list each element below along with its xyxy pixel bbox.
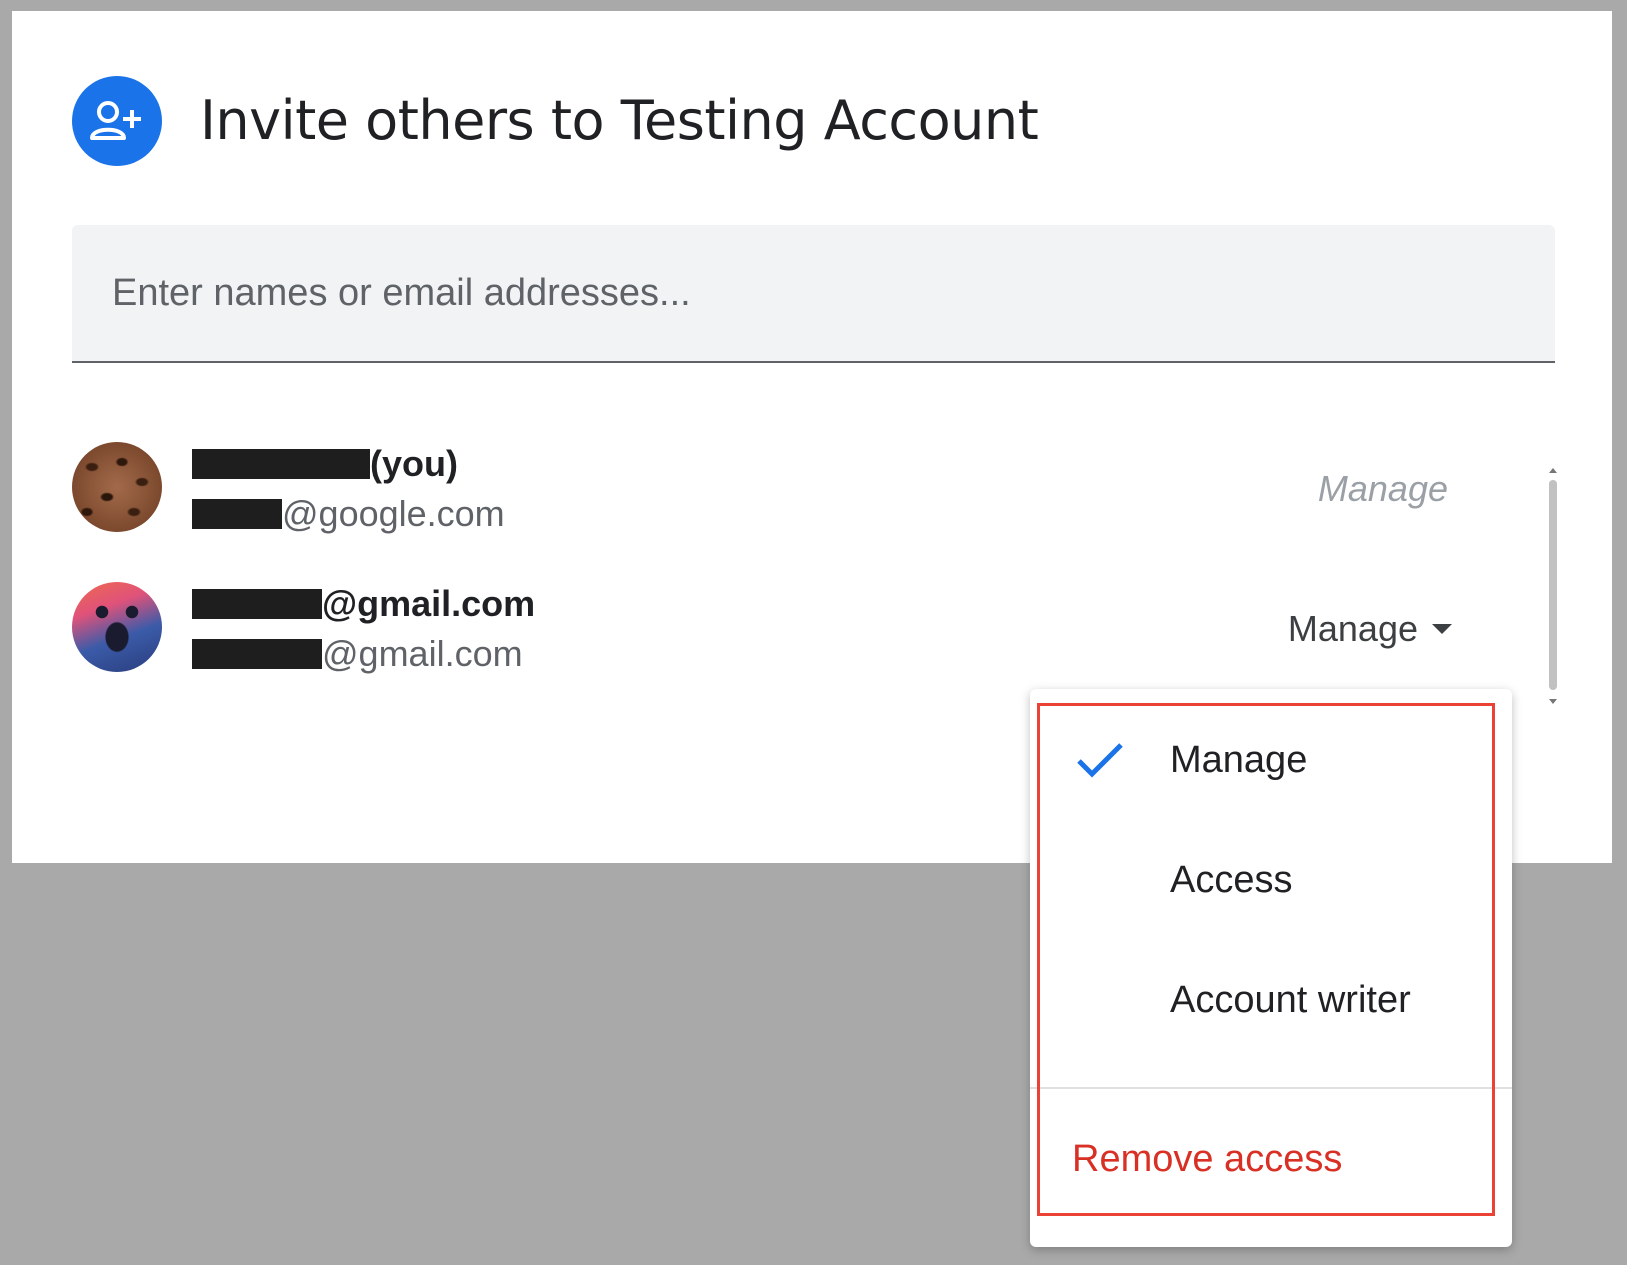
role-menu: Manage Access Account writer Remove acce… <box>1030 689 1512 1247</box>
member-name: @gmail.com <box>192 582 535 626</box>
member-email: @google.com <box>192 492 505 536</box>
redacted-email <box>192 499 282 529</box>
redacted-name <box>192 449 370 479</box>
member-row: (you) @google.com Manage <box>72 442 1512 538</box>
member-list-scrollbar[interactable] <box>1546 466 1560 706</box>
menu-item-remove-access[interactable]: Remove access <box>1030 1109 1512 1209</box>
scroll-down-arrow-icon[interactable] <box>1549 699 1557 704</box>
checkmark-icon <box>1077 743 1123 778</box>
avatar <box>72 582 162 672</box>
menu-item-label: Access <box>1170 858 1293 901</box>
menu-item-access[interactable]: Access <box>1030 830 1512 930</box>
invite-search-input[interactable] <box>112 225 1512 361</box>
redacted-name <box>192 589 322 619</box>
dialog-title: Invite others to Testing Account <box>200 89 1039 152</box>
menu-item-label: Manage <box>1170 738 1308 781</box>
member-role-label: Manage <box>1317 468 1448 509</box>
member-name-suffix: (you) <box>370 443 458 484</box>
redacted-email <box>192 639 322 669</box>
caret-down-icon <box>1432 624 1452 634</box>
invite-search-field[interactable] <box>72 225 1555 363</box>
person-add-icon <box>72 76 162 166</box>
role-dropdown-button[interactable]: Manage <box>1288 608 1452 650</box>
menu-item-label: Account writer <box>1170 978 1411 1021</box>
menu-divider <box>1030 1087 1512 1089</box>
member-name: (you) <box>192 442 458 486</box>
person-add-glyph <box>90 101 141 140</box>
role-dropdown-label: Manage <box>1287 608 1418 649</box>
menu-item-account-writer[interactable]: Account writer <box>1030 950 1512 1050</box>
member-row: @gmail.com @gmail.com Manage <box>72 582 1512 678</box>
member-name-suffix: @gmail.com <box>322 583 536 624</box>
scrollbar-thumb[interactable] <box>1549 480 1557 690</box>
scroll-up-arrow-icon[interactable] <box>1549 468 1557 473</box>
member-email: @gmail.com <box>192 632 523 676</box>
avatar <box>72 442 162 532</box>
member-email-suffix: @google.com <box>282 493 505 534</box>
menu-item-manage[interactable]: Manage <box>1030 710 1512 810</box>
menu-item-label: Remove access <box>1072 1137 1343 1180</box>
member-email-suffix: @gmail.com <box>322 633 523 674</box>
